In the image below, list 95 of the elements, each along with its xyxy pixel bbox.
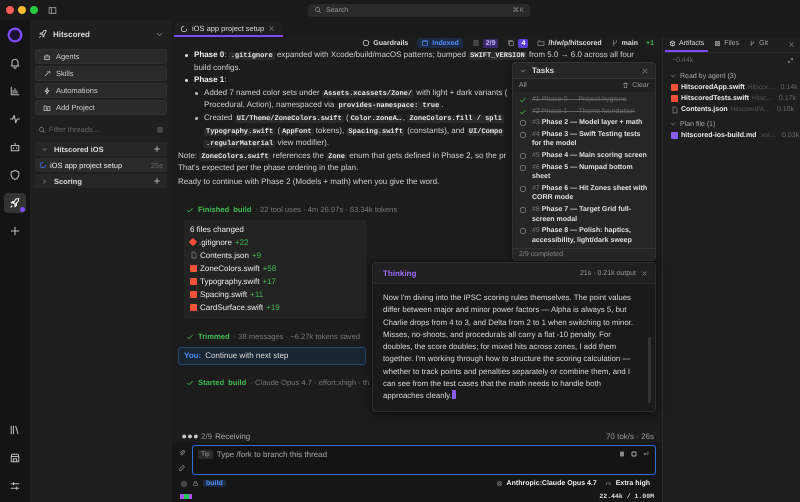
close-icon[interactable]	[268, 25, 276, 32]
lines-added: +19	[266, 302, 280, 312]
close-icon[interactable]	[641, 270, 648, 276]
bolt-icon	[43, 86, 51, 94]
shield-icon	[9, 169, 21, 181]
chevron-right-icon	[41, 178, 48, 184]
file-name[interactable]: .gitignore	[199, 238, 232, 247]
message-text: Ready to continue with Phase 2 (Models + math) when you give the word.	[178, 176, 440, 188]
markdown-file-icon	[671, 132, 678, 139]
user-message-text: Continue with next step	[205, 351, 288, 360]
library-icon	[9, 424, 21, 436]
lines-added: +11	[250, 290, 264, 299]
folder-icon	[537, 39, 546, 47]
document-icon	[671, 106, 678, 113]
sliders-icon	[9, 480, 21, 492]
lock-icon	[192, 480, 199, 487]
edit-icon[interactable]	[178, 464, 186, 472]
chevron-down-icon	[41, 146, 48, 152]
enter-icon[interactable]	[642, 450, 650, 458]
close-icon[interactable]	[641, 66, 649, 74]
message-input[interactable]: Type /fork to branch this thread	[216, 450, 614, 459]
bullet-icon	[195, 116, 198, 120]
check-icon[interactable]	[519, 96, 527, 104]
branch-icon	[749, 40, 756, 47]
project-name[interactable]: Hitscored	[53, 30, 150, 38]
check-icon[interactable]	[519, 108, 527, 116]
file-name[interactable]: ZoneColors.swift	[200, 264, 260, 273]
zoom-window-button[interactable]	[30, 6, 38, 14]
store-icon	[9, 452, 21, 464]
chevron-down-icon	[670, 73, 676, 79]
close-window-button[interactable]	[6, 6, 14, 14]
sidebar-toggle-icon[interactable]	[48, 6, 57, 14]
files-changed-title: 6 files changed	[190, 224, 245, 236]
close-icon[interactable]	[788, 41, 795, 48]
list-icon	[472, 39, 480, 47]
message-text: build configs.	[194, 62, 241, 74]
grid-icon	[714, 40, 722, 47]
check-icon	[186, 378, 194, 387]
database-icon	[421, 39, 430, 47]
wand-icon	[43, 70, 51, 78]
context-usage-icon	[180, 494, 192, 498]
file-name[interactable]: Spacing.swift	[200, 290, 248, 299]
cube-icon	[669, 40, 676, 47]
file-name[interactable]: CardSurface.swift	[200, 302, 264, 312]
check-icon	[186, 332, 194, 341]
user-label: You:	[184, 351, 202, 360]
clipboard-icon[interactable]	[618, 450, 626, 458]
progress-count: 2/9	[201, 432, 212, 441]
rocket-icon	[38, 29, 48, 39]
paperclip-icon[interactable]	[178, 448, 186, 456]
copy-icon	[507, 39, 516, 47]
robot-icon	[43, 52, 51, 60]
list-icon[interactable]	[156, 126, 164, 134]
bullet-icon	[185, 79, 188, 82]
spinner-icon	[180, 24, 188, 32]
rail-button[interactable]	[4, 193, 26, 213]
token-rate: 70 tok/s · 26s	[606, 432, 654, 441]
document-icon	[190, 252, 197, 259]
bullet-icon	[185, 54, 188, 57]
search-icon	[314, 6, 322, 14]
file-name[interactable]: Typography.swift	[200, 276, 260, 286]
loading-dots-icon	[182, 434, 198, 439]
message-text: Phase 1:	[194, 74, 226, 86]
plus-icon[interactable]	[153, 177, 161, 185]
activity-icon	[9, 113, 21, 125]
branch-icon	[610, 39, 619, 47]
check-icon	[186, 206, 194, 214]
plus-icon	[9, 225, 21, 237]
lines-added: +58	[262, 264, 276, 273]
stop-icon[interactable]	[630, 450, 638, 458]
search-icon	[38, 126, 46, 134]
trash-icon	[622, 82, 630, 89]
lines-added: +22	[234, 238, 248, 247]
lines-added: +9	[252, 250, 262, 260]
robot-icon	[9, 141, 21, 153]
bullet-icon	[195, 92, 198, 95]
minimize-window-button[interactable]	[18, 6, 26, 14]
folder-plus-icon	[43, 104, 51, 112]
file-name[interactable]: Contents.json	[200, 250, 249, 260]
chevron-down-icon	[670, 121, 676, 127]
settings-icon[interactable]	[180, 480, 188, 488]
thinking-title: Thinking	[383, 268, 416, 278]
gauge-icon	[604, 480, 612, 487]
lines-added: +17	[262, 276, 276, 286]
bar-chart-icon	[9, 85, 21, 97]
rocket-icon	[9, 197, 21, 209]
receiving-status: Receiving	[215, 432, 250, 441]
tasks-title: Tasks	[532, 66, 554, 75]
expand-icon[interactable]	[787, 56, 794, 64]
message-text: That's expected per the phase ordering in the plan.	[178, 162, 358, 174]
plus-icon[interactable]	[153, 145, 161, 153]
bell-icon	[9, 57, 21, 69]
app-logo-icon[interactable]	[6, 26, 24, 44]
git-file-icon	[188, 238, 198, 246]
chip-icon	[496, 480, 503, 487]
